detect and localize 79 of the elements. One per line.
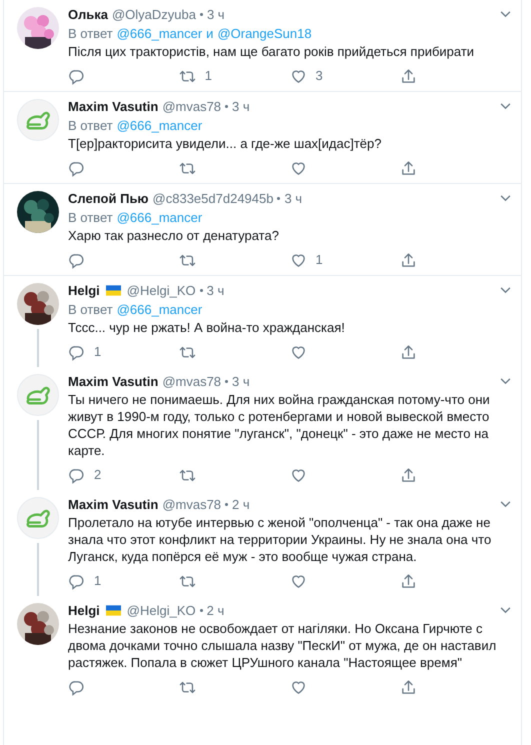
user-name[interactable]: Helgi — [68, 601, 100, 620]
reply-joiner: и — [206, 25, 214, 43]
tweet-text: Т[ер]ракторисита увидели... а где-же шах[идас]тёр? — [68, 135, 382, 152]
reply-label: В ответ — [68, 301, 113, 319]
tweet-time[interactable]: 2 ч — [232, 495, 250, 514]
separator-dot-icon — [225, 503, 228, 506]
like-icon[interactable] — [290, 466, 306, 484]
user-name[interactable]: Слепой Пью — [68, 189, 149, 208]
mention-link[interactable]: @666_mancer — [116, 208, 202, 227]
chevron-icon[interactable] — [500, 103, 511, 110]
tweet-text: Пролетало на ютубе интервью с женой "ополченца" - так она даже не знала что этот конфликт на территории Украины. Ну не знала она что Луганск, куда попёрся её муж - это вообще чужая страна. — [68, 514, 492, 565]
reply-icon[interactable] — [68, 344, 85, 360]
chevron-icon[interactable] — [500, 378, 511, 385]
like-icon[interactable] — [290, 572, 306, 590]
like-icon[interactable] — [290, 252, 306, 268]
chevron-icon[interactable] — [500, 195, 511, 202]
reply-icon[interactable] — [68, 68, 85, 84]
like-count: 3 — [316, 67, 323, 86]
share-icon[interactable] — [400, 678, 418, 696]
mention-link[interactable]: @OrangeSun18 — [217, 24, 312, 43]
tweet-time[interactable]: 3 ч — [284, 189, 302, 208]
like-icon[interactable] — [290, 344, 306, 360]
user-handle[interactable]: @mvas78 — [162, 495, 222, 514]
reply-icon[interactable] — [68, 466, 85, 484]
reply-count: 1 — [94, 343, 102, 362]
tweet-time[interactable]: 3 ч — [232, 372, 250, 391]
user-handle[interactable]: @mvas78 — [162, 372, 222, 391]
share-icon[interactable] — [400, 572, 418, 590]
tweet-time[interactable]: 3 ч — [206, 281, 224, 300]
user-handle[interactable]: @Helgi_KO — [126, 281, 196, 300]
like-icon[interactable] — [290, 68, 306, 84]
tweet-time[interactable]: 3 ч — [206, 5, 225, 24]
share-icon[interactable] — [400, 68, 418, 84]
tweet-text: Харю так разнесло от денатурата? — [68, 227, 280, 244]
separator-dot-icon — [225, 105, 228, 108]
tweet-text: Незнание законов не освобождает от нагіляки. Но Оксана Гирчюте с двома дочками точно слышала назву "ПескИ" от мужа, де он наставил растяжек. Попала в сюжет ЦРУшного канала "Настоящее время" — [68, 620, 498, 671]
chevron-icon[interactable] — [500, 607, 511, 614]
share-icon[interactable] — [400, 160, 418, 176]
tweet-text: Після цих трактористів, нам ще багато років прийдеться прибирати — [68, 43, 476, 60]
tweet-time[interactable]: 2 ч — [206, 601, 224, 620]
user-name[interactable]: Олька — [68, 5, 108, 24]
user-name[interactable]: Helgi — [68, 281, 100, 300]
reply-count: 1 — [94, 572, 102, 590]
separator-dot-icon — [200, 289, 203, 292]
tweet-text: Тссс... чур не ржать! А война-то хражданская! — [68, 319, 346, 336]
reply-icon[interactable] — [68, 160, 85, 176]
mention-link[interactable]: @666_mancer — [116, 300, 202, 319]
reply-icon[interactable] — [68, 572, 85, 590]
separator-dot-icon — [277, 197, 280, 200]
separator-dot-icon — [200, 13, 203, 16]
like-icon[interactable] — [290, 678, 306, 696]
share-icon[interactable] — [400, 344, 418, 360]
separator-dot-icon — [200, 609, 203, 612]
chevron-icon[interactable] — [500, 11, 511, 18]
reply-label: В ответ — [68, 25, 113, 43]
user-name[interactable]: Maxim Vasutin — [68, 97, 158, 116]
reply-icon[interactable] — [68, 678, 85, 696]
reply-label: В ответ — [68, 117, 113, 135]
mention-link[interactable]: @666_mancer — [116, 24, 202, 43]
share-icon[interactable] — [400, 466, 418, 484]
user-handle[interactable]: @mvas78 — [162, 97, 222, 116]
user-name[interactable]: Maxim Vasutin — [68, 372, 158, 391]
mention-link[interactable]: @666_mancer — [116, 116, 202, 135]
reply-count: 2 — [94, 466, 102, 484]
like-count: 1 — [316, 251, 323, 270]
chevron-icon[interactable] — [500, 287, 511, 294]
share-icon[interactable] — [400, 252, 418, 268]
user-handle[interactable]: @Helgi_KO — [126, 601, 196, 620]
retweet-count: 1 — [204, 67, 212, 86]
tweet-time[interactable]: 3 ч — [232, 97, 250, 116]
separator-dot-icon — [225, 380, 228, 383]
chevron-icon[interactable] — [500, 501, 511, 508]
tweet-text: Ты ничего не понимаешь. Для них война гражданская потому-что они живут в 1990-м году, только с ротенбергами и новой вывеской вместо СССР. Для многих понятие "луганск", "донецк" - это даже не место на карте. — [68, 391, 491, 459]
user-handle[interactable]: @OlyaDzyuba — [112, 5, 196, 24]
user-handle[interactable]: @c833e5d7d24945b — [152, 189, 274, 208]
user-name[interactable]: Maxim Vasutin — [68, 495, 158, 514]
like-icon[interactable] — [290, 160, 306, 176]
reply-icon[interactable] — [68, 252, 85, 268]
reply-label: В ответ — [68, 209, 113, 227]
